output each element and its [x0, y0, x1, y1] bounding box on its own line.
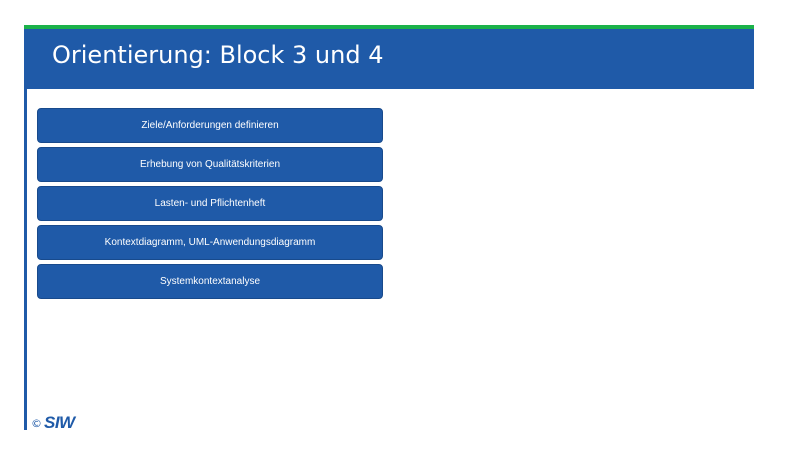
copyright-symbol: © — [31, 416, 42, 430]
step-list: Ziele/Anforderungen definieren Erhebung … — [37, 108, 383, 303]
slide-title: Orientierung: Block 3 und 4 — [52, 41, 384, 69]
company-logo: SIW — [44, 413, 75, 432]
step-button-specifications[interactable]: Lasten- und Pflichtenheft — [37, 186, 383, 221]
left-divider — [24, 89, 27, 430]
step-button-system-context[interactable]: Systemkontextanalyse — [37, 264, 383, 299]
slide: Orientierung: Block 3 und 4 Ziele/Anford… — [0, 0, 800, 450]
step-button-context-diagram[interactable]: Kontextdiagramm, UML-Anwendungsdiagramm — [37, 225, 383, 260]
footer-logo: © SIW — [31, 413, 75, 432]
title-bar: Orientierung: Block 3 und 4 — [24, 29, 754, 89]
step-button-goals[interactable]: Ziele/Anforderungen definieren — [37, 108, 383, 143]
step-button-quality-criteria[interactable]: Erhebung von Qualitätskriterien — [37, 147, 383, 182]
